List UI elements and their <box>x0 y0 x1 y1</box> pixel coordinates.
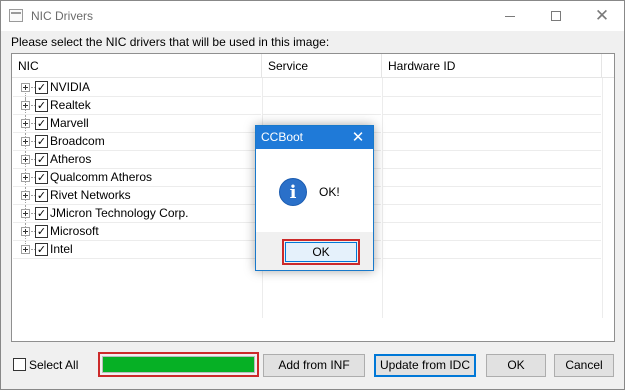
ccboot-message-dialog: CCBoot ✕ i OK! OK <box>255 125 374 271</box>
row-separator <box>383 258 601 259</box>
add-from-inf-button[interactable]: Add from INF <box>263 354 365 377</box>
dialog-title-bar[interactable]: CCBoot ✕ <box>256 126 373 149</box>
info-icon: i <box>279 178 307 206</box>
progress-fill <box>103 357 254 372</box>
update-from-idc-button[interactable]: Update from IDC <box>374 354 476 377</box>
select-all-checkbox[interactable] <box>13 358 26 371</box>
minimize-button[interactable] <box>487 1 533 31</box>
dialog-message: OK! <box>319 185 340 199</box>
maximize-icon <box>551 11 561 21</box>
nic-label: Microsoft <box>50 224 99 238</box>
expand-plus-icon[interactable] <box>21 155 30 164</box>
nic-label: Rivet Networks <box>50 188 131 202</box>
cancel-button[interactable]: Cancel <box>554 354 614 377</box>
instruction-text: Please select the NIC drivers that will … <box>11 35 330 49</box>
nic-checkbox[interactable]: ✓ <box>35 153 48 166</box>
list-item[interactable]: ✓ Realtek <box>12 97 602 115</box>
close-icon: ✕ <box>351 128 365 146</box>
nic-checkbox[interactable]: ✓ <box>35 225 48 238</box>
expand-plus-icon[interactable] <box>21 245 30 254</box>
dialog-footer: OK <box>256 232 373 270</box>
expand-plus-icon[interactable] <box>21 209 30 218</box>
expand-plus-icon[interactable] <box>21 119 30 128</box>
expand-plus-icon[interactable] <box>21 101 30 110</box>
nic-checkbox[interactable]: ✓ <box>35 243 48 256</box>
nic-checkbox[interactable]: ✓ <box>35 81 48 94</box>
expand-plus-icon[interactable] <box>21 173 30 182</box>
select-all-label: Select All <box>29 358 79 372</box>
column-header-nic[interactable]: NIC <box>12 54 262 78</box>
expand-plus-icon[interactable] <box>21 83 30 92</box>
nic-label: Broadcom <box>50 134 105 148</box>
dialog-ok-button[interactable]: OK <box>285 242 357 262</box>
nic-label: Atheros <box>50 152 92 166</box>
column-header-hardware-id[interactable]: Hardware ID <box>382 54 602 78</box>
ok-button[interactable]: OK <box>486 354 546 377</box>
close-icon: ✕ <box>594 5 610 26</box>
nic-drivers-window: NIC Drivers ✕ Please select the NIC driv… <box>0 0 625 390</box>
nic-label: Qualcomm Atheros <box>50 170 153 184</box>
nic-checkbox[interactable]: ✓ <box>35 99 48 112</box>
row-separator <box>13 258 261 259</box>
expand-plus-icon[interactable] <box>21 137 30 146</box>
minimize-icon <box>505 15 515 17</box>
maximize-button[interactable] <box>533 1 579 31</box>
list-item[interactable]: ✓ NVIDIA <box>12 79 602 106</box>
title-bar[interactable]: NIC Drivers ✕ <box>1 1 624 31</box>
nic-label: Marvell <box>50 116 89 130</box>
nic-label: Intel <box>50 242 73 256</box>
nic-checkbox[interactable]: ✓ <box>35 189 48 202</box>
close-button[interactable]: ✕ <box>579 1 625 31</box>
expand-plus-icon[interactable] <box>21 227 30 236</box>
window-app-icon <box>9 9 23 22</box>
nic-label: NVIDIA <box>50 80 91 94</box>
nic-checkbox[interactable]: ✓ <box>35 135 48 148</box>
column-divider <box>602 78 603 318</box>
progress-bar <box>102 356 255 373</box>
window-title: NIC Drivers <box>31 9 93 23</box>
nic-checkbox[interactable]: ✓ <box>35 117 48 130</box>
nic-label: JMicron Technology Corp. <box>50 206 189 220</box>
column-header-service[interactable]: Service <box>262 54 382 78</box>
dialog-close-button[interactable]: ✕ <box>347 127 369 148</box>
list-header: NIC Service Hardware ID <box>12 54 614 78</box>
dialog-title: CCBoot <box>261 130 304 144</box>
nic-checkbox[interactable]: ✓ <box>35 207 48 220</box>
nic-checkbox[interactable]: ✓ <box>35 171 48 184</box>
progress-highlight <box>98 352 259 377</box>
expand-plus-icon[interactable] <box>21 191 30 200</box>
nic-label: Realtek <box>50 98 91 112</box>
dialog-body: i OK! <box>256 149 373 232</box>
dialog-ok-highlight: OK <box>282 239 360 265</box>
